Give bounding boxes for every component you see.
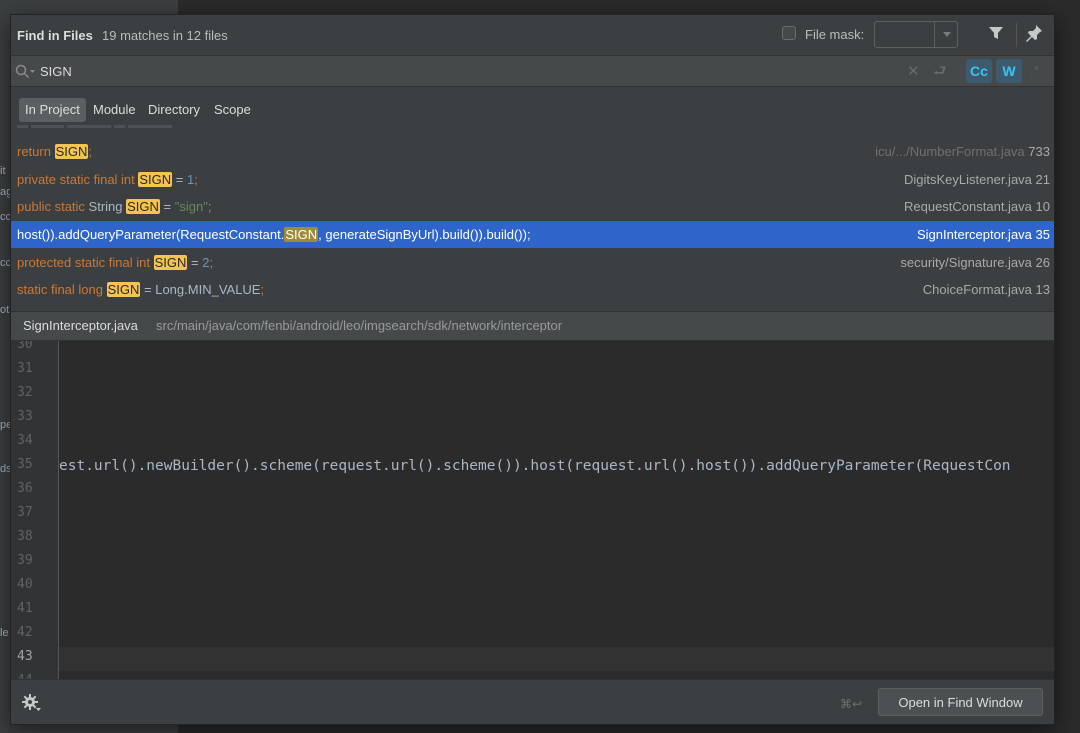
file-mask-checkbox[interactable] (782, 26, 796, 40)
result-row[interactable]: private static final int SIGN = 1; Digit… (11, 166, 1054, 193)
line-number: 31 (17, 361, 33, 376)
line-number-current: 43 (17, 649, 33, 664)
line-number: 37 (17, 505, 33, 520)
result-code: protected static final int SIGN = 2; (17, 255, 214, 270)
popup-title: Find in Files (17, 28, 93, 43)
toolbar-divider (1016, 23, 1017, 47)
preview-path-bar: SignInterceptor.java src/main/java/com/f… (11, 311, 1054, 341)
code-preview[interactable]: 30 31 32 33 34 35 36 37 38 39 40 41 42 4… (11, 341, 1054, 679)
result-row[interactable]: public static String SIGN = "sign"; Requ… (11, 193, 1054, 220)
gear-icon[interactable] (22, 694, 42, 715)
result-file: DigitsKeyListener.java 21 (904, 172, 1050, 187)
tab-module[interactable]: Module (87, 98, 142, 122)
search-bar[interactable]: SIGN ✕ ⮐ Cc W .* (11, 55, 1054, 87)
line-number: 33 (17, 409, 33, 424)
clear-icon[interactable]: ✕ (907, 62, 920, 80)
current-line-highlight (59, 647, 1054, 671)
line-number: 36 (17, 481, 33, 496)
result-file: RequestConstant.java 10 (903, 199, 1050, 214)
preview-code-line: est.url().newBuilder().scheme(request.ur… (59, 458, 1011, 474)
preview-file-path: src/main/java/com/fenbi/android/leo/imgs… (156, 318, 563, 333)
partial-result-row: ▬ ▬▬▬ ▬▬▬▬ ▬ ▬▬▬▬ (17, 125, 173, 131)
result-row[interactable]: return SIGN; icu/.../NumberFormat.java 7… (11, 138, 1054, 165)
match-case-toggle[interactable]: Cc (966, 59, 992, 83)
result-code: static final long SIGN = Long.MIN_VALUE; (17, 282, 265, 297)
result-code: return SIGN; (17, 144, 92, 159)
line-number: 38 (17, 529, 33, 544)
results-list[interactable]: ▬ ▬▬▬ ▬▬▬▬ ▬ ▬▬▬▬ return SIGN; icu/.../N… (11, 125, 1054, 311)
match-count: 19 matches in 12 files (102, 28, 228, 43)
result-row[interactable]: protected static final int SIGN = 2; sec… (11, 249, 1054, 276)
result-code: public static String SIGN = "sign"; (17, 199, 212, 214)
preview-file-name: SignInterceptor.java (23, 318, 138, 333)
search-icon[interactable] (15, 64, 37, 83)
popup-header[interactable]: Find in Files 19 matches in 12 files Fil… (11, 15, 1054, 55)
result-file: ChoiceFormat.java 13 (922, 282, 1050, 297)
line-number: 32 (17, 385, 33, 400)
tab-in-project[interactable]: In Project (19, 98, 86, 122)
pin-icon[interactable] (1024, 23, 1044, 46)
find-in-files-popup: Find in Files 19 matches in 12 files Fil… (10, 14, 1055, 725)
open-in-find-window-button[interactable]: Open in Find Window (878, 688, 1043, 716)
result-file: icu/.../NumberFormat.java 733 (875, 144, 1050, 159)
result-code: host()).addQueryParameter(RequestConstan… (17, 227, 531, 242)
result-file: SignInterceptor.java 35 (917, 227, 1050, 242)
popup-footer: ⌘↩ Open in Find Window (11, 679, 1054, 724)
result-code: private static final int SIGN = 1; (17, 172, 198, 187)
whole-words-toggle[interactable]: W (996, 59, 1022, 83)
scope-tabs: In Project Module Directory Scope (11, 87, 1054, 125)
open-shortcut-hint: ⌘↩ (840, 697, 863, 711)
filter-icon[interactable] (988, 25, 1004, 44)
line-number: 35 (17, 457, 33, 472)
file-mask-combo[interactable] (874, 21, 958, 48)
file-mask-label[interactable]: File mask: (805, 27, 864, 42)
line-number: 30 (17, 341, 33, 352)
line-number: 34 (17, 433, 33, 448)
result-row-selected[interactable]: host()).addQueryParameter(RequestConstan… (11, 221, 1054, 248)
chevron-down-icon[interactable] (943, 32, 951, 37)
search-input[interactable]: SIGN (40, 64, 72, 79)
line-number: 39 (17, 553, 33, 568)
wrap-icon[interactable]: ⮐ (933, 61, 947, 86)
result-file: security/Signature.java 26 (900, 255, 1050, 270)
tab-scope[interactable]: Scope (208, 98, 257, 122)
line-number: 42 (17, 625, 33, 640)
tab-directory[interactable]: Directory (142, 98, 206, 122)
regex-icon[interactable]: .* (1030, 62, 1039, 78)
line-number: 41 (17, 601, 33, 616)
result-row[interactable]: static final long SIGN = Long.MIN_VALUE;… (11, 276, 1054, 303)
line-number-gutter: 30 31 32 33 34 35 36 37 38 39 40 41 42 4… (11, 341, 59, 679)
line-number: 40 (17, 577, 33, 592)
